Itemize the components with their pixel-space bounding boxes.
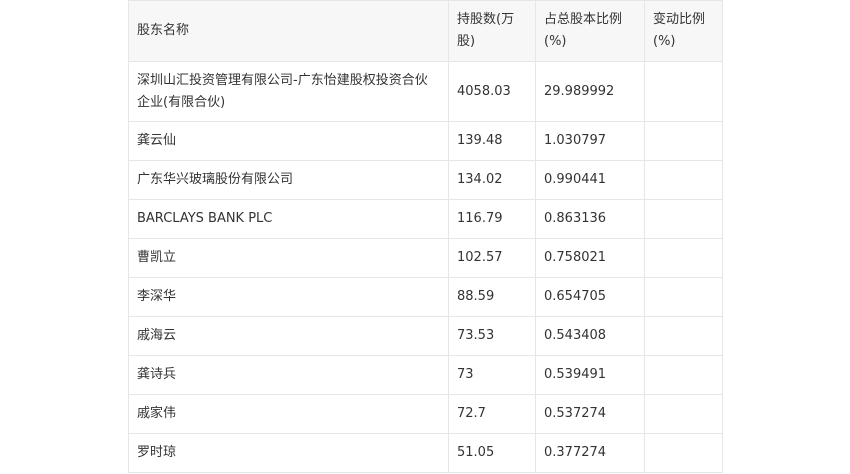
cell-ratio: 0.654705 <box>535 277 645 317</box>
table-row: 广东华兴玻璃股份有限公司 134.02 0.990441 <box>128 160 723 200</box>
cell-name: 罗时琼 <box>128 433 449 473</box>
cell-shares: 102.57 <box>448 238 536 278</box>
cell-name: 龚云仙 <box>128 121 449 161</box>
cell-change <box>644 433 723 473</box>
cell-name: BARCLAYS BANK PLC <box>128 199 449 239</box>
table-row: 戚海云 73.53 0.543408 <box>128 316 723 356</box>
table-row: 深圳山汇投资管理有限公司-广东怡建股权投资合伙企业(有限合伙) 4058.03 … <box>128 61 723 122</box>
cell-name: 戚家伟 <box>128 394 449 434</box>
cell-shares: 139.48 <box>448 121 536 161</box>
cell-shares: 88.59 <box>448 277 536 317</box>
table-row: 曹凯立 102.57 0.758021 <box>128 238 723 278</box>
cell-shares: 51.05 <box>448 433 536 473</box>
cell-change <box>644 160 723 200</box>
cell-change <box>644 394 723 434</box>
cell-shares: 72.7 <box>448 394 536 434</box>
cell-name: 深圳山汇投资管理有限公司-广东怡建股权投资合伙企业(有限合伙) <box>128 61 449 122</box>
cell-name: 曹凯立 <box>128 238 449 278</box>
cell-change <box>644 355 723 395</box>
cell-ratio: 29.989992 <box>535 61 645 122</box>
header-share-ratio: 占总股本比例(%) <box>535 0 645 62</box>
table-row: BARCLAYS BANK PLC 116.79 0.863136 <box>128 199 723 239</box>
shareholder-table: 股东名称 持股数(万股) 占总股本比例(%) 变动比例(%) 深圳山汇投资管理有… <box>128 0 723 473</box>
cell-ratio: 0.863136 <box>535 199 645 239</box>
table-header-row: 股东名称 持股数(万股) 占总股本比例(%) 变动比例(%) <box>128 0 723 62</box>
cell-name: 广东华兴玻璃股份有限公司 <box>128 160 449 200</box>
cell-ratio: 0.537274 <box>535 394 645 434</box>
table-row: 罗时琼 51.05 0.377274 <box>128 433 723 473</box>
cell-shares: 116.79 <box>448 199 536 239</box>
header-shareholder-name: 股东名称 <box>128 0 449 62</box>
cell-name: 龚诗兵 <box>128 355 449 395</box>
cell-ratio: 0.990441 <box>535 160 645 200</box>
cell-change <box>644 61 723 122</box>
header-shares-held: 持股数(万股) <box>448 0 536 62</box>
cell-change <box>644 199 723 239</box>
cell-shares: 134.02 <box>448 160 536 200</box>
cell-ratio: 0.377274 <box>535 433 645 473</box>
cell-name: 戚海云 <box>128 316 449 356</box>
cell-change <box>644 277 723 317</box>
table-row: 龚云仙 139.48 1.030797 <box>128 121 723 161</box>
header-change-ratio: 变动比例(%) <box>644 0 723 62</box>
cell-change <box>644 238 723 278</box>
shareholder-table-container: 股东名称 持股数(万股) 占总股本比例(%) 变动比例(%) 深圳山汇投资管理有… <box>128 0 723 473</box>
cell-ratio: 1.030797 <box>535 121 645 161</box>
table-row: 龚诗兵 73 0.539491 <box>128 355 723 395</box>
table-row: 戚家伟 72.7 0.537274 <box>128 394 723 434</box>
table-row: 李深华 88.59 0.654705 <box>128 277 723 317</box>
cell-shares: 4058.03 <box>448 61 536 122</box>
cell-name: 李深华 <box>128 277 449 317</box>
cell-ratio: 0.539491 <box>535 355 645 395</box>
cell-ratio: 0.543408 <box>535 316 645 356</box>
cell-change <box>644 121 723 161</box>
cell-change <box>644 316 723 356</box>
cell-shares: 73.53 <box>448 316 536 356</box>
cell-ratio: 0.758021 <box>535 238 645 278</box>
cell-shares: 73 <box>448 355 536 395</box>
